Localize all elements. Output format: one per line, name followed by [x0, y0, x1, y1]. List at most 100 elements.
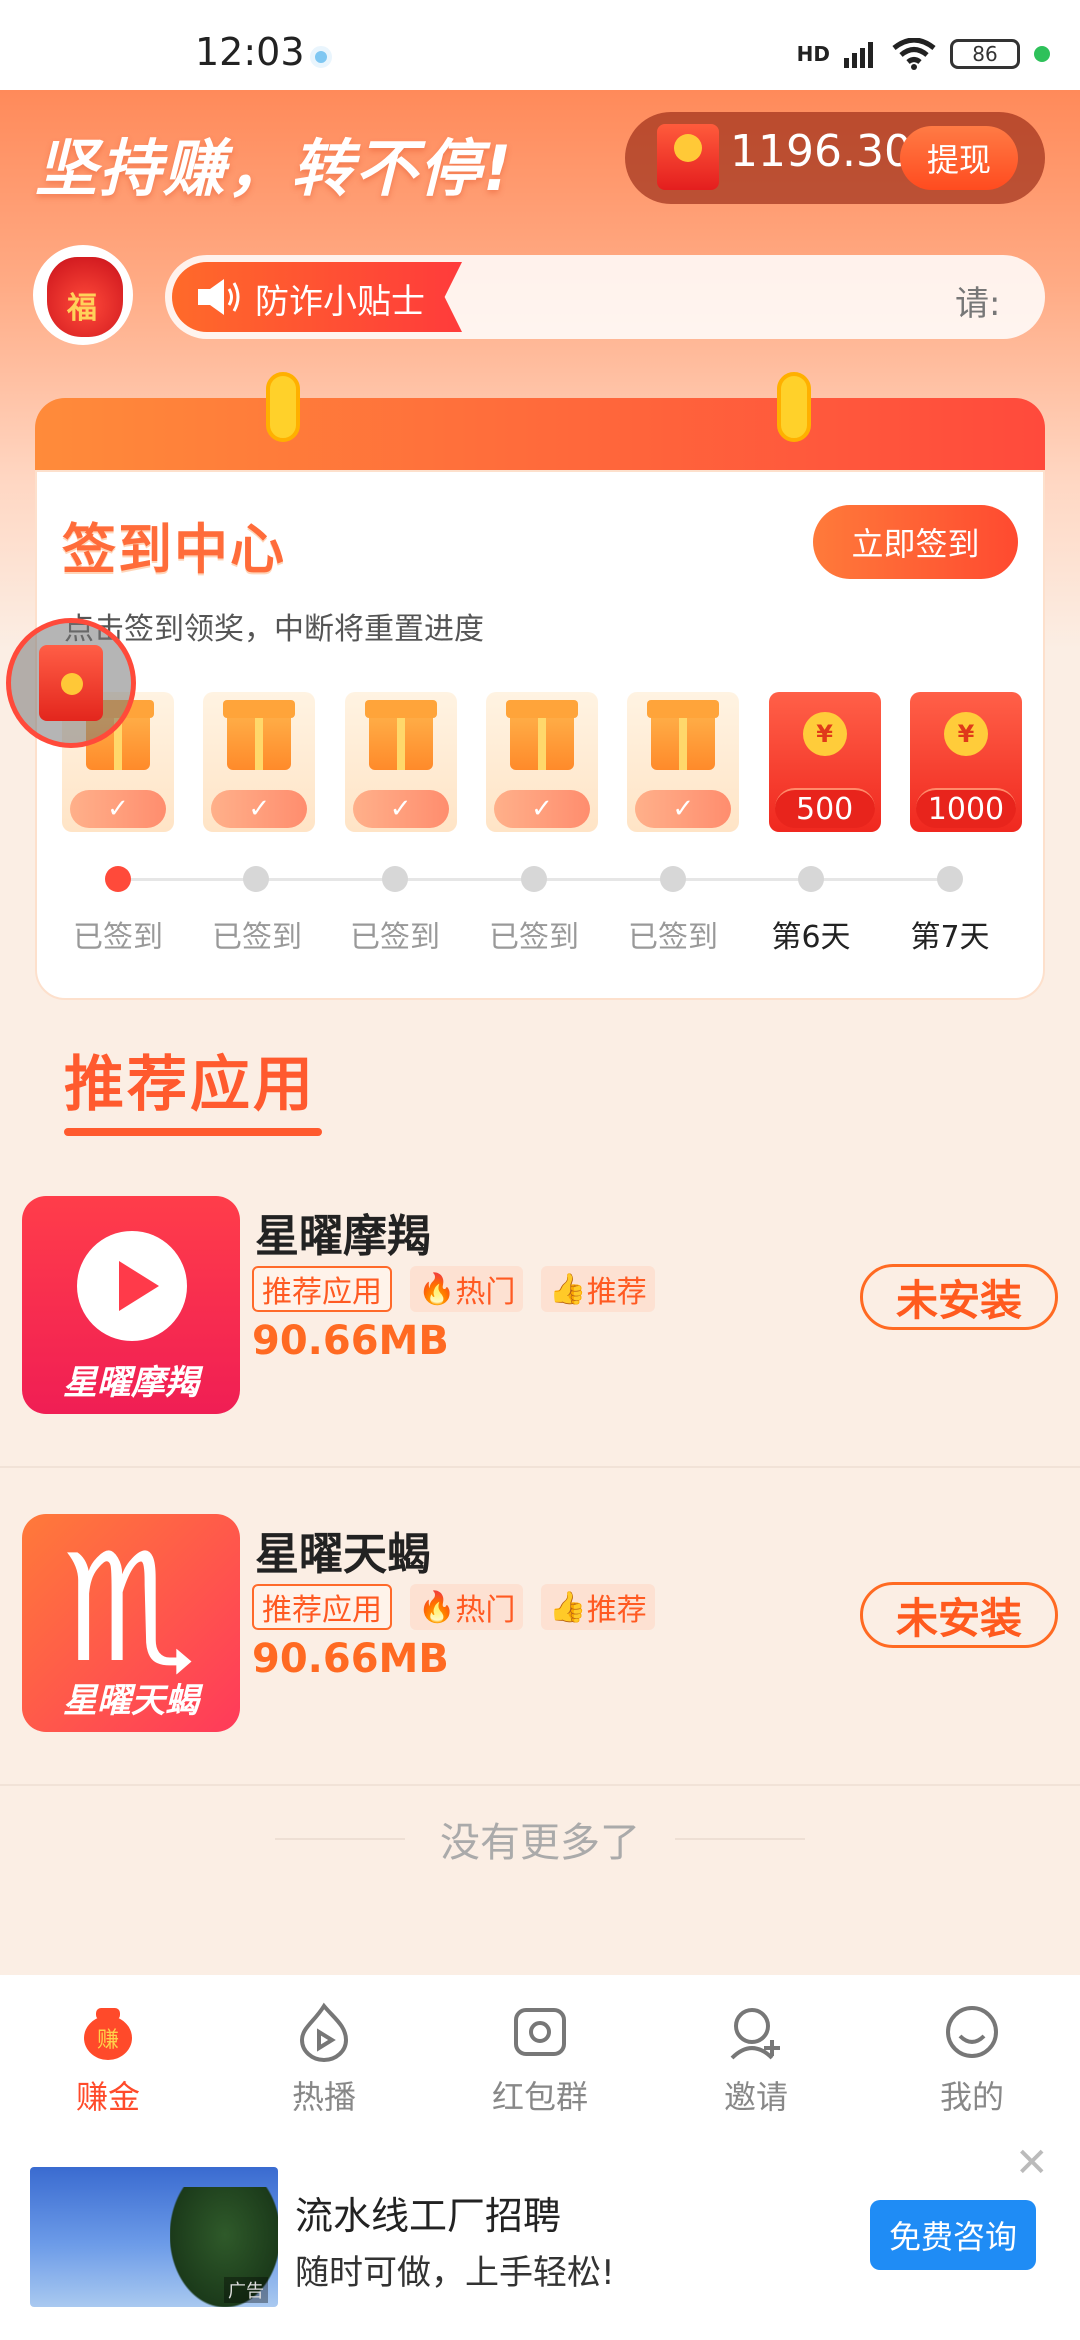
thumb-icon: 👍	[549, 1271, 587, 1307]
day-reward[interactable]: ¥1000	[909, 692, 1022, 832]
app-tags: 推荐应用 🔥 热门 👍 推荐	[252, 1584, 655, 1630]
status-time: 12:03	[195, 30, 305, 74]
checkin-subtitle: 点击签到领奖，中断将重置进度	[64, 612, 484, 647]
day-reward[interactable]: ✓	[344, 692, 457, 832]
slogan: 坚持赚，转不停!	[35, 132, 514, 205]
close-icon[interactable]: ✕	[1015, 2140, 1049, 2186]
tag-hot-label: 热门	[455, 1593, 516, 1628]
nav-label: 红包群	[491, 2078, 588, 2116]
svg-text:赚: 赚	[97, 2028, 119, 2053]
end-of-list-text: 没有更多了	[440, 1820, 640, 1866]
tips-label: 防诈小贴士	[255, 282, 425, 322]
profile-icon	[946, 2006, 998, 2058]
app-size: 90.66MB	[252, 1636, 449, 1682]
ad-image[interactable]: 广告	[30, 2167, 278, 2307]
red-envelope-icon	[657, 124, 719, 190]
gift-icon	[223, 700, 296, 770]
progress-dot	[243, 866, 269, 892]
day-reward[interactable]: ¥500	[768, 692, 881, 832]
battery-icon: 86	[950, 39, 1020, 69]
ad-description: 随时可做，上手轻松!	[295, 2253, 615, 2293]
day-label: 已签到	[489, 920, 579, 955]
tag-recommend: 👍 推荐	[541, 1584, 655, 1630]
nav-item-profile[interactable]: 我的	[882, 1985, 1062, 2135]
check-icon: ✓	[352, 790, 449, 828]
notification-dot-icon	[310, 46, 332, 68]
checkin-title: 签到中心	[62, 518, 286, 581]
nav-item-hot[interactable]: 热播	[234, 1985, 414, 2135]
tips-scroll-text: 请:	[955, 284, 1001, 324]
day-reward[interactable]: ✓	[627, 692, 740, 832]
day-reward[interactable]: ✓	[485, 692, 598, 832]
floating-red-envelope[interactable]	[6, 618, 136, 748]
tag-hot: 🔥 热门	[410, 1584, 524, 1630]
ad-mark: 广告	[224, 2277, 268, 2303]
app-name: 星曜摩羯	[255, 1211, 431, 1262]
signal-icon	[844, 42, 873, 68]
progress-dot	[660, 866, 686, 892]
gift-icon	[364, 700, 437, 770]
free-consult-button[interactable]: 免费咨询	[870, 2200, 1036, 2270]
tag-recommend-label: 推荐	[586, 1593, 647, 1628]
nav-item-redpacket-group[interactable]: 红包群	[450, 1985, 630, 2135]
check-icon: ✓	[493, 790, 590, 828]
nav-item-earn[interactable]: 赚 赚金	[18, 1985, 198, 2135]
nav-label: 邀请	[723, 2078, 788, 2116]
hd-signal-icon: HD	[796, 42, 830, 66]
fortune-bag-avatar[interactable]: 福	[33, 245, 133, 345]
app-icon-caption: 星曜摩羯	[63, 1363, 199, 1403]
check-icon: ✓	[211, 790, 308, 828]
thumb-icon: 👍	[549, 1589, 587, 1625]
section-title: 推荐应用	[64, 1050, 316, 1120]
nav-label: 热播	[291, 2078, 356, 2116]
install-button[interactable]: 未安装	[860, 1264, 1058, 1330]
signin-now-button[interactable]: 立即签到	[813, 505, 1018, 579]
speaker-icon	[198, 279, 240, 315]
fortune-bag-icon: 福	[47, 257, 123, 337]
scorpion-icon: ♏	[62, 1522, 197, 1696]
day-label: 第7天	[910, 920, 990, 955]
flame-icon: 🔥	[418, 1589, 456, 1625]
gift-icon	[647, 700, 720, 770]
tag-recommend-app: 推荐应用	[252, 1584, 392, 1630]
day-reward[interactable]: ✓	[203, 692, 316, 832]
day-label: 第6天	[771, 920, 851, 955]
coin-icon: ¥	[802, 712, 847, 756]
nav-label: 我的	[939, 2078, 1004, 2116]
money-bag-icon: 赚	[84, 2008, 132, 2060]
gift-icon	[505, 700, 578, 770]
progress-dot	[382, 866, 408, 892]
binder-ring-icon	[266, 372, 300, 442]
app-size: 90.66MB	[252, 1318, 449, 1364]
app-icon[interactable]: ♏ 星曜天蝎	[22, 1514, 240, 1732]
play-flame-icon	[299, 2002, 349, 2062]
app-icon[interactable]: 星曜摩羯	[22, 1196, 240, 1414]
checkin-days: ✓ ✓ ✓ ✓ ✓ ¥500 ¥1000	[62, 692, 1022, 832]
day-label: 已签到	[212, 920, 302, 955]
nav-item-invite[interactable]: 邀请	[666, 1985, 846, 2135]
app-name: 星曜天蝎	[255, 1529, 431, 1580]
tag-recommend: 👍 推荐	[541, 1266, 655, 1312]
wifi-icon	[892, 38, 936, 70]
binder-ring-icon	[777, 372, 811, 442]
reward-amount: 500	[774, 788, 875, 828]
tag-hot: 🔥 热门	[410, 1266, 524, 1312]
reward-amount: 1000	[915, 788, 1016, 828]
withdraw-button[interactable]: 提现	[900, 126, 1018, 190]
day-label: 已签到	[73, 920, 163, 955]
progress-dot	[937, 866, 963, 892]
balance-amount: 1196.30	[730, 126, 912, 177]
app-tags: 推荐应用 🔥 热门 👍 推荐	[252, 1266, 655, 1312]
tag-hot-label: 热门	[455, 1275, 516, 1310]
invite-user-icon	[730, 2008, 780, 2060]
red-envelope-icon	[39, 645, 103, 721]
check-icon: ✓	[635, 790, 732, 828]
flame-icon: 🔥	[418, 1271, 456, 1307]
day-label: 已签到	[628, 920, 718, 955]
app-icon-caption: 星曜天蝎	[63, 1681, 199, 1721]
install-button[interactable]: 未安装	[860, 1582, 1058, 1648]
check-icon: ✓	[70, 790, 166, 828]
status-icons: HD 86	[797, 38, 1050, 70]
privacy-indicator-icon	[1034, 46, 1050, 62]
tag-recommend-label: 推荐	[586, 1275, 647, 1310]
